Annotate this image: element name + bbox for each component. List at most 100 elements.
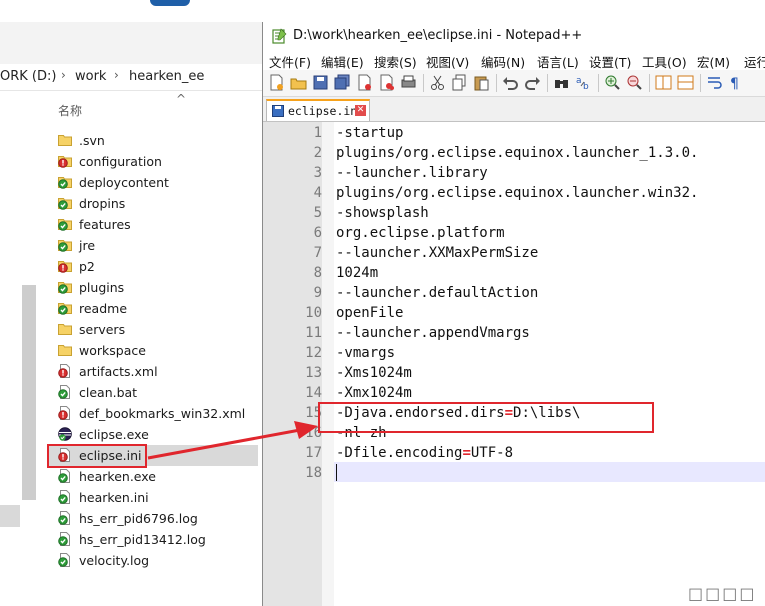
list-item[interactable]: workspace (48, 340, 258, 361)
close-file-icon[interactable] (356, 74, 373, 91)
column-name-header[interactable]: 名称 (58, 102, 82, 119)
word-wrap-icon[interactable] (706, 74, 723, 91)
list-item[interactable]: p2 (48, 256, 258, 277)
open-file-icon[interactable] (290, 74, 307, 91)
print-icon[interactable] (400, 74, 417, 91)
save-icon[interactable] (312, 74, 329, 91)
line-number: 13 (305, 365, 322, 381)
list-item[interactable]: features (48, 214, 258, 235)
code-line[interactable]: -vmargs (336, 345, 395, 361)
code-line[interactable]: plugins/org.eclipse.equinox.launcher_1.3… (336, 145, 698, 161)
file-name: p2 (79, 259, 95, 274)
code-line[interactable]: --launcher.defaultAction (336, 285, 538, 301)
tab-close-icon[interactable]: ✕ (355, 105, 366, 116)
menu-encoding[interactable]: 编码(N) (481, 52, 525, 71)
save-all-icon[interactable] (334, 74, 351, 91)
code-line[interactable]: -Xmx1024m (336, 385, 412, 401)
file-ok-icon (58, 490, 72, 504)
file-name: .svn (79, 133, 105, 148)
redo-icon[interactable] (524, 74, 541, 91)
toolbar-separator (423, 74, 424, 92)
code-line[interactable]: 1024m (336, 265, 378, 281)
menu-settings[interactable]: 设置(T) (589, 52, 631, 71)
cut-icon[interactable] (429, 74, 446, 91)
code-line[interactable]: -Dfile.encoding=UTF-8 (336, 445, 513, 461)
list-item[interactable]: hs_err_pid13412.log (48, 529, 258, 550)
column-header[interactable]: ^ 名称 (0, 92, 262, 122)
show-all-characters-icon[interactable]: ¶ (728, 74, 745, 91)
list-item[interactable]: hearken.exe (48, 466, 258, 487)
breadcrumb-hearken-ee[interactable]: hearken_ee (129, 69, 204, 84)
list-item[interactable]: dropins (48, 193, 258, 214)
npp-title-bar[interactable]: D:\work\hearken_ee\eclipse.ini - Notepad… (263, 22, 765, 50)
file-name: configuration (79, 154, 162, 169)
sync-vertical-icon[interactable] (655, 74, 672, 91)
address-bar[interactable]: ORK (D:) › work › hearken_ee (0, 64, 262, 91)
menu-view[interactable]: 视图(V) (426, 52, 469, 71)
text-caret (336, 464, 337, 481)
code-line[interactable]: plugins/org.eclipse.equinox.launcher.win… (336, 185, 698, 201)
list-item[interactable]: configuration (48, 151, 258, 172)
navigation-scrollbar[interactable] (22, 285, 36, 500)
list-item[interactable]: plugins (48, 277, 258, 298)
new-file-icon[interactable] (268, 74, 285, 91)
code-line[interactable]: -Xms1024m (336, 365, 412, 381)
menu-edit[interactable]: 编辑(E) (321, 52, 364, 71)
list-item[interactable]: readme (48, 298, 258, 319)
menu-run[interactable]: 运行 (744, 52, 765, 71)
file-name: deploycontent (79, 175, 169, 190)
code-line[interactable]: -showsplash (336, 205, 429, 221)
list-item[interactable]: def_bookmarks_win32.xml (48, 403, 258, 424)
file-name: readme (79, 301, 128, 316)
list-item[interactable]: hs_err_pid6796.log (48, 508, 258, 529)
toolbar-separator (547, 74, 548, 92)
code-line[interactable]: --launcher.XXMaxPermSize (336, 245, 538, 261)
list-item[interactable]: velocity.log (48, 550, 258, 571)
list-item[interactable]: hearken.ini (48, 487, 258, 508)
code-line[interactable]: --launcher.appendVmargs (336, 325, 530, 341)
copy-icon[interactable] (451, 74, 468, 91)
list-item[interactable]: eclipse.exe (48, 424, 258, 445)
code-line[interactable]: --launcher.library (336, 165, 488, 181)
sort-ascending-icon: ^ (176, 92, 187, 106)
folder-ok-icon (58, 217, 72, 231)
find-icon[interactable] (553, 74, 570, 91)
list-item[interactable]: deploycontent (48, 172, 258, 193)
watermark-text: □□□□ (688, 584, 757, 603)
zoom-out-icon[interactable] (626, 74, 643, 91)
breadcrumb-separator[interactable]: › (61, 68, 66, 82)
replace-icon[interactable]: ab (575, 74, 592, 91)
line-number: 1 (313, 125, 322, 141)
menu-tools[interactable]: 工具(O) (642, 52, 687, 71)
breadcrumb-drive[interactable]: ORK (D:) (0, 69, 56, 84)
close-all-icon[interactable] (378, 74, 395, 91)
menu-file[interactable]: 文件(F) (269, 52, 311, 71)
file-name: hearken.exe (79, 469, 156, 484)
code-line[interactable]: org.eclipse.platform (336, 225, 505, 241)
line-number-gutter: 1 2 3 4 5 6 7 8 9 10 11 12 13 14 15 16 17 18 (263, 122, 322, 606)
breadcrumb-separator[interactable]: › (114, 68, 119, 82)
undo-icon[interactable] (502, 74, 519, 91)
tab-eclipse-ini[interactable]: eclipse.ini ✕ (266, 99, 370, 121)
svg-text:¶: ¶ (730, 76, 739, 91)
file-name: clean.bat (79, 385, 138, 400)
menu-macro[interactable]: 宏(M) (697, 52, 730, 71)
list-item[interactable]: .svn (48, 130, 258, 151)
paste-icon[interactable] (473, 74, 490, 91)
breadcrumb-work[interactable]: work (75, 69, 106, 84)
code-line[interactable]: -startup (336, 125, 403, 141)
menu-language[interactable]: 语言(L) (537, 52, 579, 71)
zoom-in-icon[interactable] (604, 74, 621, 91)
editor-area[interactable]: 1 2 3 4 5 6 7 8 9 10 11 12 13 14 15 16 17 18 -startup plug… (263, 122, 765, 606)
code-line[interactable]: openFile (336, 305, 403, 321)
navigation-selected-item[interactable] (0, 505, 20, 527)
sync-horizontal-icon[interactable] (677, 74, 694, 91)
list-item[interactable]: servers (48, 319, 258, 340)
file-name: plugins (79, 280, 125, 295)
current-line-highlight (334, 462, 765, 482)
list-item[interactable]: artifacts.xml (48, 361, 258, 382)
list-item[interactable]: jre (48, 235, 258, 256)
list-item[interactable]: clean.bat (48, 382, 258, 403)
menu-search[interactable]: 搜索(S) (374, 52, 417, 71)
toolbar-separator (700, 74, 701, 92)
